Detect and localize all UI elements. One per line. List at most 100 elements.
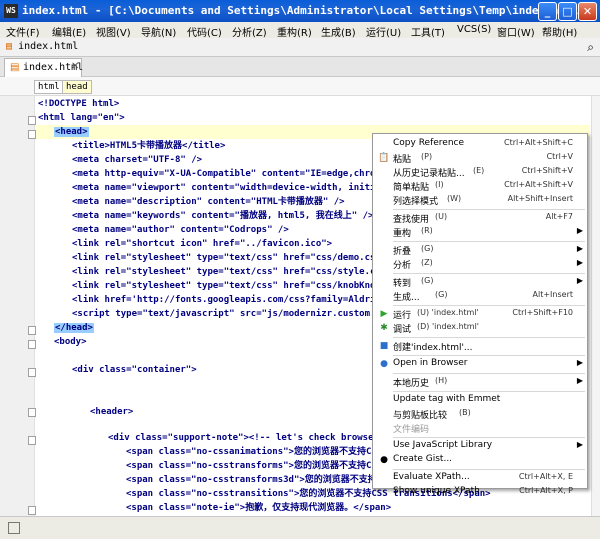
matched-tag: <head>	[54, 127, 89, 137]
menu-item-paste[interactable]: 📋 粘贴 (P) Ctrl+V	[373, 151, 587, 165]
menu-help[interactable]: 帮助(H)	[542, 24, 577, 39]
menu-item-copy-reference[interactable]: Copy Reference Ctrl+Alt+Shift+C	[373, 137, 587, 151]
code-line: <title>HTML5卡带播放器</title>	[72, 141, 226, 151]
menu-view[interactable]: 视图(V)	[96, 24, 131, 39]
menu-item-open-in-browser[interactable]: ● Open in Browser ▶	[373, 357, 587, 371]
menu-separator	[393, 373, 585, 374]
status-toggle-icon[interactable]	[8, 522, 20, 534]
vertical-scrollbar[interactable]	[591, 96, 600, 516]
paste-icon: 📋	[378, 153, 390, 163]
html-file-icon: ▤	[10, 62, 20, 73]
menu-vcs[interactable]: VCS(S)	[457, 24, 491, 35]
menu-build[interactable]: 生成(B)	[321, 24, 356, 39]
title-bar: WS index.html - [C:\Documents and Settin…	[0, 0, 600, 23]
menu-item-run[interactable]: ▶ 运行 (U) 'index.html' Ctrl+Shift+F10	[373, 307, 587, 321]
code-line: <link href='http://fonts.googleapis.com/…	[72, 295, 392, 305]
menu-item-create-gist[interactable]: ● Create Gist...	[373, 453, 587, 467]
menu-item-debug[interactable]: ✱ 调试 (D) 'index.html'	[373, 321, 587, 335]
code-line: <meta name="author" content="Codrops" />	[72, 225, 289, 235]
window-title: index.html - [C:\Documents and Settings\…	[22, 4, 600, 17]
code-line: <!DOCTYPE html>	[38, 99, 120, 109]
menu-item-find-usages[interactable]: 查找使用 (U) Alt+F7	[373, 211, 587, 225]
menu-item-local-history[interactable]: 本地历史 (H) ▶	[373, 375, 587, 389]
code-line: <script type="text/javascript" src="js/m…	[72, 309, 392, 319]
menu-item-use-js-library[interactable]: Use JavaScript Library ▶	[373, 439, 587, 453]
menu-navigate[interactable]: 导航(N)	[141, 24, 176, 39]
menu-item-update-tag-emmet[interactable]: Update tag with Emmet	[373, 393, 587, 407]
menu-item-show-unique-xpath[interactable]: Show unique XPath Ctrl+Alt+X, P	[373, 485, 587, 499]
menu-item-goto[interactable]: 转到 (G) ▶	[373, 275, 587, 289]
fold-marker-icon[interactable]	[28, 340, 36, 349]
menu-run[interactable]: 运行(U)	[366, 24, 401, 39]
navigation-bar: ▤ index.html ⌕	[0, 38, 600, 57]
fold-marker-icon[interactable]	[28, 408, 36, 417]
html-file-icon: ▤	[6, 41, 13, 52]
tab-index-html[interactable]: ▤ index.html ✕	[4, 58, 83, 77]
code-line: <div class="container">	[72, 365, 197, 375]
menu-analyze[interactable]: 分析(Z)	[232, 24, 267, 39]
breadcrumb-html[interactable]: html	[34, 80, 64, 94]
menu-item-create-config[interactable]: ■ 创建'index.html'...	[373, 339, 587, 353]
editor-tab-bar: ▤ index.html ✕	[0, 57, 600, 77]
code-line: <meta name="viewport" content="width=dev…	[72, 183, 392, 193]
menu-code[interactable]: 代码(C)	[187, 24, 222, 39]
debug-icon: ✱	[380, 323, 388, 333]
menu-window[interactable]: 窗口(W)	[497, 24, 535, 39]
menu-file[interactable]: 文件(F)	[6, 24, 40, 39]
fold-marker-icon[interactable]	[28, 436, 36, 445]
structure-breadcrumb: html head	[0, 77, 600, 96]
menu-edit[interactable]: 编辑(E)	[52, 24, 86, 39]
menu-item-analyze[interactable]: 分析 (Z) ▶	[373, 257, 587, 271]
menu-separator	[393, 355, 585, 356]
menu-item-column-selection[interactable]: 列选择模式 (W) Alt+Shift+Insert	[373, 193, 587, 207]
menu-bar: 文件(F) 编辑(E) 视图(V) 导航(N) 代码(C) 分析(Z) 重构(R…	[0, 22, 600, 39]
menu-separator	[393, 469, 585, 470]
code-line: <header>	[90, 407, 134, 417]
browser-icon: ●	[380, 359, 388, 369]
submenu-arrow-icon: ▶	[576, 376, 583, 385]
close-button[interactable]: ✕	[578, 2, 597, 21]
menu-separator	[393, 209, 585, 210]
breadcrumb-head[interactable]: head	[62, 80, 92, 94]
submenu-arrow-icon: ▶	[576, 258, 583, 267]
menu-item-compare-clipboard[interactable]: 与剪贴板比较 (B)	[373, 407, 587, 421]
fold-marker-icon[interactable]	[28, 368, 36, 377]
submenu-arrow-icon: ▶	[576, 276, 583, 285]
menu-separator	[393, 305, 585, 306]
code-line: <span class="no-csstransforms">您的浏览器不支持C…	[126, 461, 394, 471]
code-line: <span class="no-cssanimations">您的浏览器不支持C…	[126, 447, 392, 457]
submenu-arrow-icon: ▶	[576, 226, 583, 235]
menu-refactor[interactable]: 重构(R)	[277, 24, 312, 39]
create-icon: ■	[379, 341, 389, 351]
menu-item-refactor[interactable]: 重构 (R) ▶	[373, 225, 587, 239]
nav-file-crumb[interactable]: ▤ index.html	[6, 41, 78, 52]
search-icon[interactable]: ⌕	[587, 40, 594, 55]
fold-marker-icon[interactable]	[28, 326, 36, 335]
maximize-button[interactable]: □	[558, 2, 577, 21]
menu-item-folding[interactable]: 折叠 (G) ▶	[373, 243, 587, 257]
code-line: </head>	[54, 321, 94, 335]
minimize-button[interactable]: _	[538, 2, 557, 21]
code-line: <meta charset="UTF-8" />	[72, 155, 203, 165]
fold-marker-icon[interactable]	[28, 116, 36, 125]
menu-item-evaluate-xpath[interactable]: Evaluate XPath... Ctrl+Alt+X, E	[373, 471, 587, 485]
code-line: <link rel="shortcut icon" href="../favic…	[72, 239, 333, 249]
submenu-arrow-icon: ▶	[576, 440, 583, 449]
fold-marker-icon[interactable]	[28, 506, 36, 515]
fold-marker-icon[interactable]	[28, 130, 36, 139]
menu-item-paste-simple[interactable]: 简单粘贴 (I) Ctrl+Alt+Shift+V	[373, 179, 587, 193]
menu-item-generate[interactable]: 生成... (G) Alt+Insert	[373, 289, 587, 303]
editor-gutter	[0, 96, 36, 516]
code-line: <meta http-equiv="X-UA-Compatible" conte…	[72, 169, 392, 179]
menu-separator	[393, 437, 585, 438]
code-line: <span class="no-csstransforms3d">您的浏览器不支…	[126, 475, 394, 485]
code-line: <link rel="stylesheet" type="text/css" h…	[72, 253, 398, 263]
menu-separator	[393, 391, 585, 392]
run-icon: ▶	[380, 309, 388, 319]
menu-separator	[393, 241, 585, 242]
close-tab-icon[interactable]: ✕	[71, 61, 79, 72]
code-line: <meta name="description" content="HTML卡带…	[72, 197, 345, 207]
menu-tools[interactable]: 工具(T)	[411, 24, 445, 39]
code-line: <link rel="stylesheet" type="text/css" h…	[72, 281, 398, 291]
menu-item-paste-from-history[interactable]: 从历史记录粘贴... (E) Ctrl+Shift+V	[373, 165, 587, 179]
